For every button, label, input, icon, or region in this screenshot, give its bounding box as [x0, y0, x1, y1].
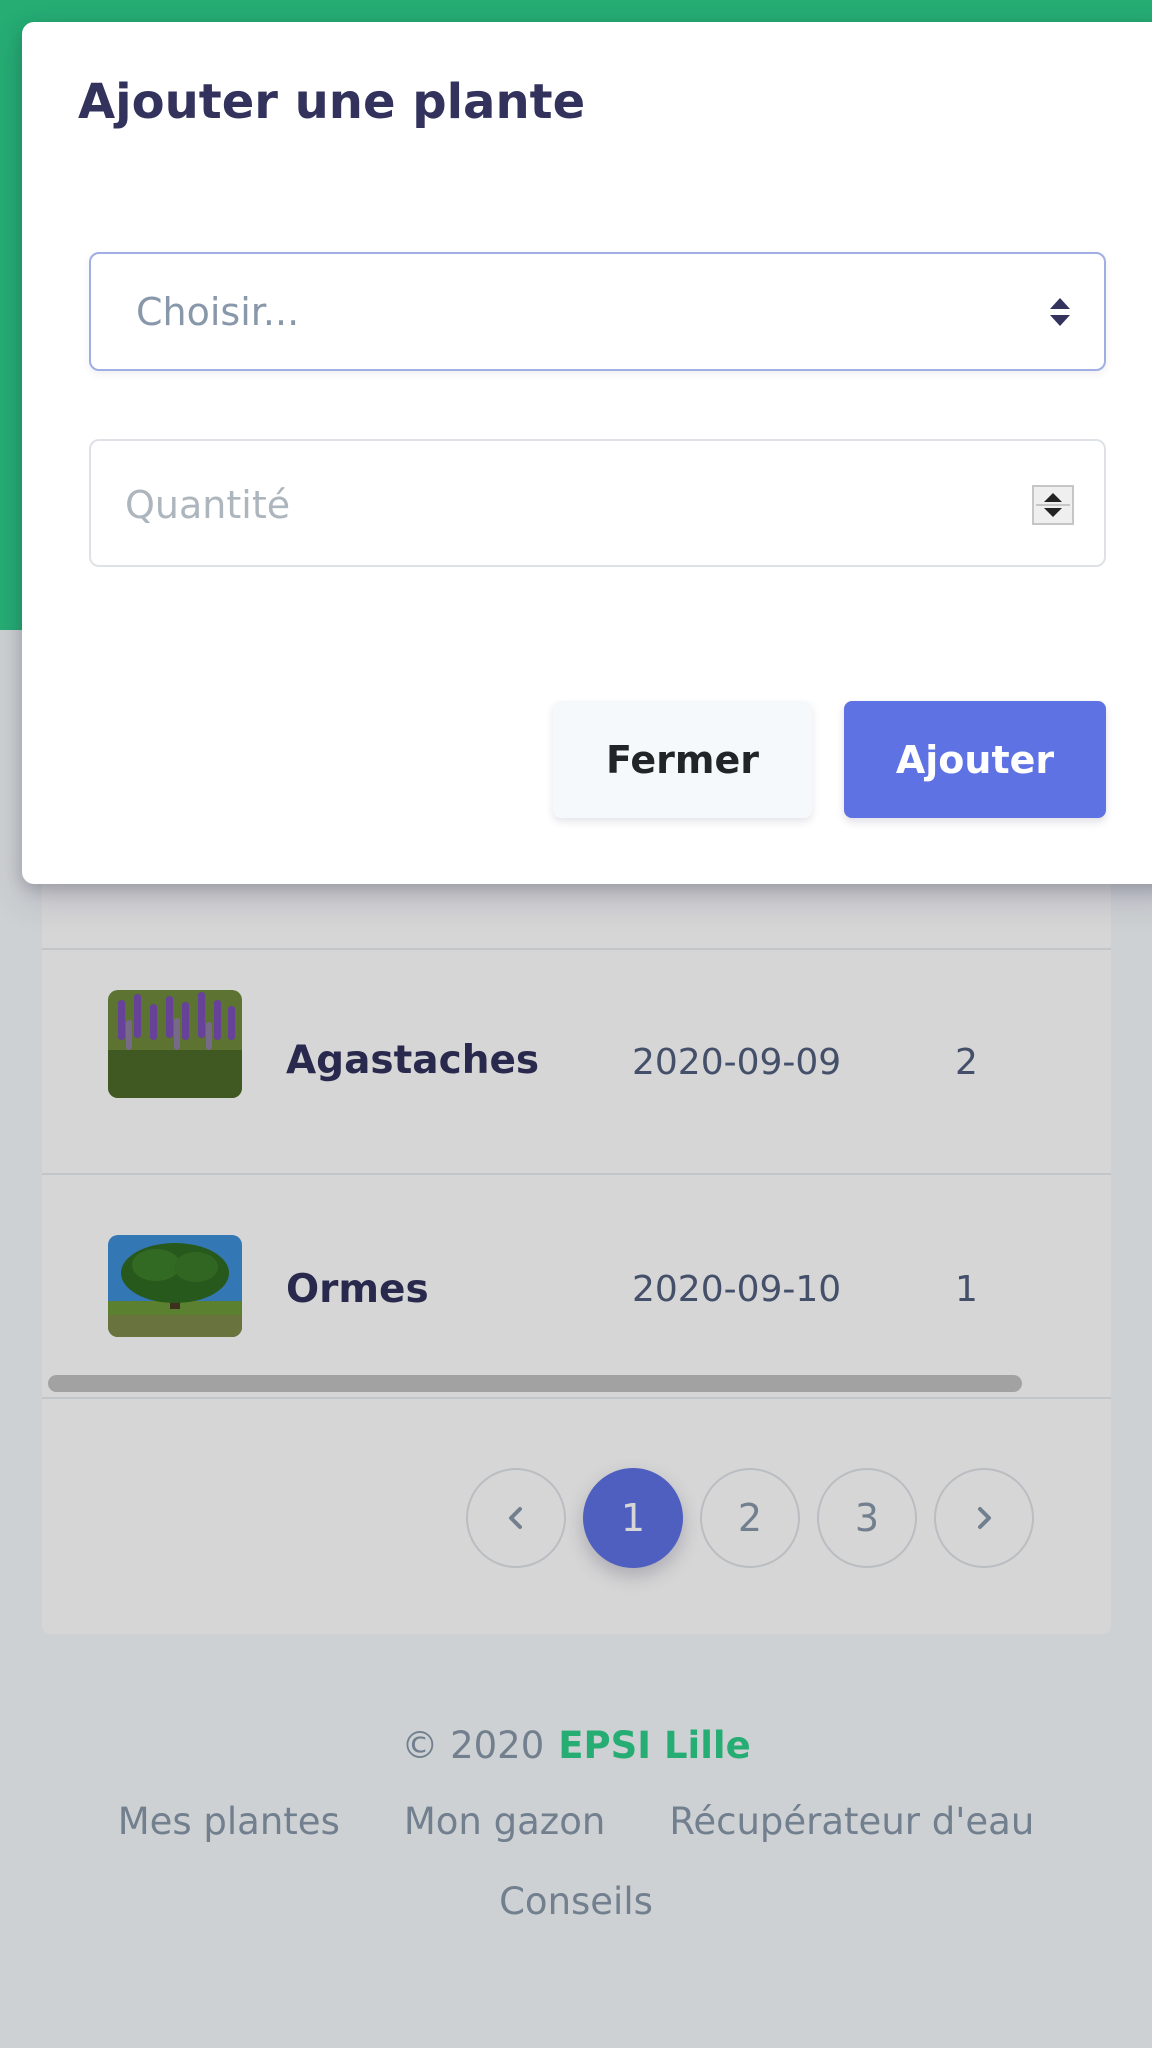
- plant-select[interactable]: Choisir...: [89, 252, 1106, 371]
- plant-select-value: Choisir...: [136, 290, 300, 334]
- add-plant-modal: Ajouter une plante Choisir... Quantité F…: [22, 22, 1152, 884]
- quantity-placeholder: Quantité: [125, 483, 291, 527]
- close-button[interactable]: Fermer: [553, 701, 812, 818]
- modal-title: Ajouter une plante: [78, 74, 586, 130]
- quantity-stepper[interactable]: [1032, 485, 1074, 525]
- add-button[interactable]: Ajouter: [844, 701, 1106, 818]
- page: Agastaches 2020-09-09 2 Ormes 2020-09-10…: [0, 0, 1152, 2048]
- sort-arrows-icon: [1046, 294, 1074, 330]
- quantity-field[interactable]: Quantité: [89, 439, 1106, 567]
